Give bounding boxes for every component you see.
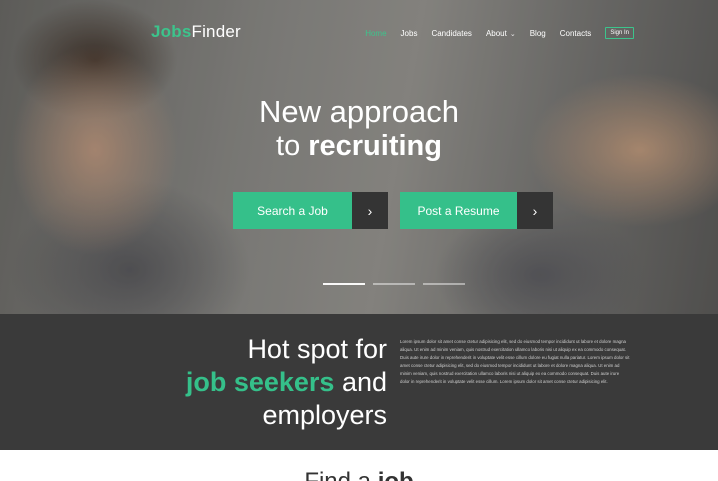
band-title-and: and [341, 367, 387, 397]
slide-indicator-3[interactable] [423, 283, 465, 285]
nav-item-home[interactable]: Home [365, 29, 386, 38]
logo-part-finder: Finder [191, 22, 241, 41]
find-job-title-lead: Find a [304, 468, 371, 481]
chevron-down-icon: ⌄ [509, 30, 516, 38]
logo[interactable]: JobsFinder [151, 22, 241, 42]
nav-item-about-label: About [485, 28, 507, 38]
nav-item-jobs[interactable]: Jobs [401, 29, 418, 38]
hero-headline-line2: to recruiting [0, 130, 718, 163]
nav-item-about[interactable]: About ⌄ [486, 29, 516, 38]
find-job-title-bold: job [378, 468, 414, 481]
band-title-line3: employers [262, 400, 387, 430]
band-title-highlight: job seekers [185, 367, 335, 397]
band-title: Hot spot for job seekers and employers [186, 333, 387, 432]
post-resume-button[interactable]: Post a Resume › [400, 192, 553, 229]
main-menu: Home Jobs Candidates About ⌄ Blog Contact… [365, 27, 634, 39]
slide-indicator-2[interactable] [373, 283, 415, 285]
post-resume-button-label[interactable]: Post a Resume [400, 192, 517, 229]
search-job-button-label[interactable]: Search a Job [233, 192, 352, 229]
search-job-button[interactable]: Search a Job › [233, 192, 388, 229]
nav-item-contacts[interactable]: Contacts [560, 29, 592, 38]
hero-headline-lead: to [276, 130, 301, 162]
info-band: Hot spot for job seekers and employers L… [0, 314, 718, 450]
hero-headline-line1: New approach [259, 94, 459, 129]
top-navigation: JobsFinder Home Jobs Candidates About ⌄ B… [0, 0, 718, 66]
nav-item-candidates[interactable]: Candidates [431, 29, 471, 38]
find-job-title: Find a job [0, 468, 718, 481]
sign-in-button[interactable]: Sign In [605, 27, 634, 39]
band-title-line2: job seekers and [186, 366, 387, 399]
chevron-right-icon[interactable]: › [352, 192, 388, 229]
logo-part-jobs: Jobs [151, 22, 192, 41]
nav-item-blog[interactable]: Blog [530, 29, 546, 38]
hero-headline-bold: recruiting [308, 130, 442, 162]
find-job-section: Find a job [0, 450, 718, 481]
chevron-right-icon[interactable]: › [517, 192, 553, 229]
hero-section: JobsFinder Home Jobs Candidates About ⌄ B… [0, 0, 718, 314]
band-description: Lorem ipsum dolor sit amet conse ctetur … [400, 339, 630, 384]
band-title-line1: Hot spot for [247, 334, 387, 364]
slider-pagination [323, 283, 465, 285]
slide-indicator-1[interactable] [323, 283, 365, 285]
